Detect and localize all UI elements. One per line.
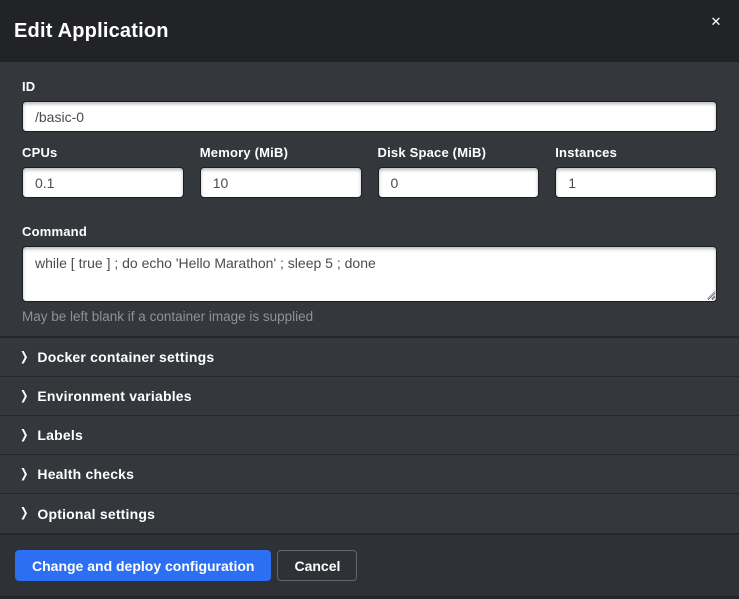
command-help-text: May be left blank if a container image i… [22,309,717,324]
accordion-docker-container-settings[interactable]: ❯ Docker container settings [0,338,739,377]
settings-accordion: ❯ Docker container settings ❯ Environmen… [0,336,739,533]
accordion-environment-variables[interactable]: ❯ Environment variables [0,377,739,416]
resources-row: CPUs Memory (MiB) Disk Space (MiB) Insta… [22,145,717,211]
id-label: ID [22,79,717,94]
accordion-health-checks[interactable]: ❯ Health checks [0,455,739,494]
application-form: ID CPUs Memory (MiB) Disk Space (MiB) In [0,62,739,336]
modal-header: Edit Application ✕ [0,0,739,62]
instances-label: Instances [555,145,717,160]
cpus-field-group: CPUs [22,145,184,198]
cpus-label: CPUs [22,145,184,160]
disk-space-label: Disk Space (MiB) [378,145,540,160]
chevron-right-icon: ❯ [20,507,28,521]
command-label: Command [22,224,717,239]
accordion-labels[interactable]: ❯ Labels [0,416,739,455]
memory-field-group: Memory (MiB) [200,145,362,198]
accordion-label: Health checks [37,466,134,482]
modal-title: Edit Application [14,20,169,43]
chevron-right-icon: ❯ [20,389,28,403]
id-field-group: ID [22,79,717,132]
accordion-label: Environment variables [37,388,191,404]
chevron-right-icon: ❯ [20,428,28,442]
accordion-label: Labels [37,427,83,443]
accordion-optional-settings[interactable]: ❯ Optional settings [0,494,739,533]
accordion-label: Docker container settings [37,349,214,365]
disk-space-field-group: Disk Space (MiB) [378,145,540,198]
cancel-button[interactable]: Cancel [277,550,357,581]
memory-label: Memory (MiB) [200,145,362,160]
change-and-deploy-button[interactable]: Change and deploy configuration [15,550,271,581]
instances-field-group: Instances [555,145,717,198]
edit-application-modal: Edit Application ✕ ID CPUs Memory (MiB) … [0,0,739,599]
command-textarea[interactable]: while [ true ] ; do echo 'Hello Marathon… [22,246,717,302]
memory-input[interactable] [200,167,362,198]
id-input[interactable] [22,101,717,132]
close-icon[interactable]: ✕ [707,13,725,31]
chevron-right-icon: ❯ [20,350,28,364]
disk-space-input[interactable] [378,167,540,198]
cpus-input[interactable] [22,167,184,198]
modal-footer: Change and deploy configuration Cancel [0,533,739,599]
instances-input[interactable] [555,167,717,198]
chevron-right-icon: ❯ [20,467,28,481]
command-textarea-wrap: while [ true ] ; do echo 'Hello Marathon… [22,246,717,302]
accordion-label: Optional settings [37,506,155,522]
modal-body: ID CPUs Memory (MiB) Disk Space (MiB) In [0,62,739,533]
command-field-group: Command while [ true ] ; do echo 'Hello … [22,224,717,324]
